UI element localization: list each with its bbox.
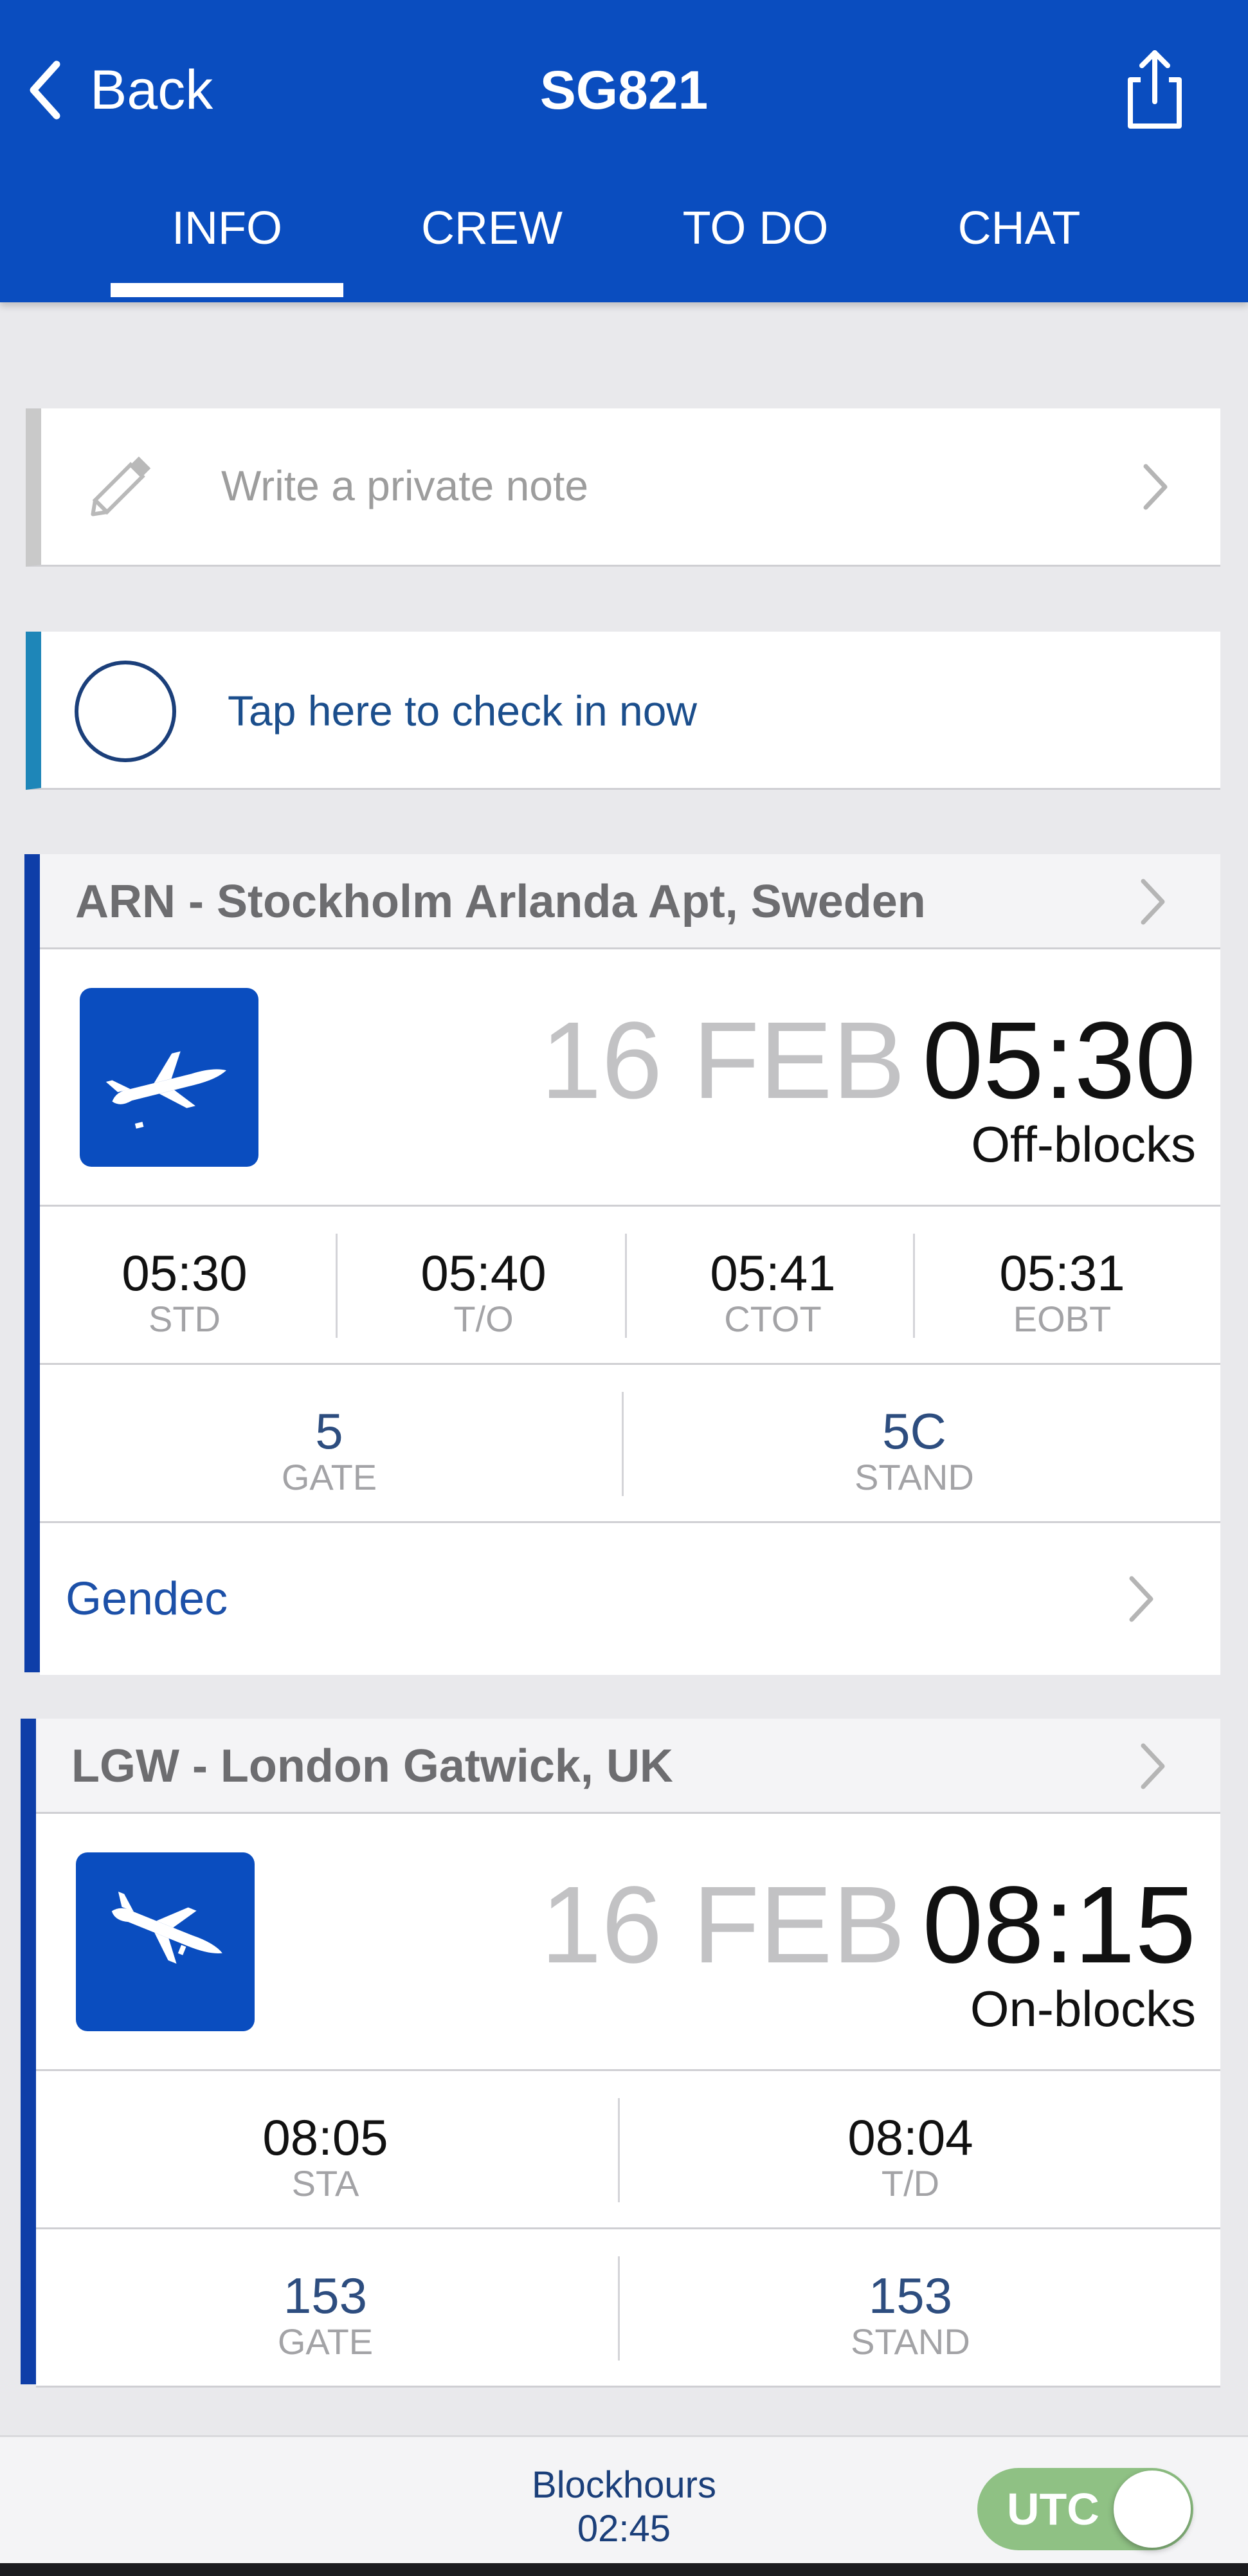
landing-icon [76, 1852, 255, 2031]
chevron-right-icon [1126, 1573, 1156, 1625]
divider [625, 1234, 627, 1338]
sta-cell: 08:05 STA [36, 2071, 615, 2227]
departure-time: 05:30 [922, 1000, 1196, 1122]
takeoff-icon [80, 988, 258, 1167]
departure-card: ARN - Stockholm Arlanda Apt, Sweden 16 F… [24, 854, 1220, 1675]
gate-value: 153 [283, 2267, 368, 2324]
off-blocks-label: Off-blocks [971, 1116, 1196, 1173]
departure-route-header[interactable]: ARN - Stockholm Arlanda Apt, Sweden [40, 854, 1220, 949]
utc-toggle-label: UTC [1007, 2484, 1099, 2534]
gate-cell: 153 GATE [36, 2229, 615, 2386]
divider [622, 1392, 624, 1496]
tab-bar: INFO CREW TO DO CHAT [0, 187, 1248, 283]
pencil-icon [80, 444, 163, 527]
gate-value: 5 [315, 1403, 343, 1459]
flight-detail-screen: Back SG821 INFO CREW TO DO CHAT Write a … [0, 0, 1248, 2576]
touchdown-label: T/D [881, 2163, 940, 2204]
arrival-main: 16 FEB 08:15 On-blocks [36, 1814, 1220, 2071]
checkin-row[interactable]: Tap here to check in now [26, 632, 1220, 790]
active-tab-indicator [111, 283, 343, 297]
takeoff-value: 05:40 [421, 1245, 547, 1301]
arrival-time: 08:15 [922, 1864, 1196, 1986]
gendec-row[interactable]: Gendec [40, 1523, 1220, 1675]
departure-date: 16 FEB [541, 1000, 905, 1122]
gate-label: GATE [277, 2321, 374, 2362]
divider [618, 2256, 620, 2361]
stand-label: STAND [851, 2321, 970, 2362]
bottom-edge [0, 2563, 1248, 2576]
stand-cell: 153 STAND [621, 2229, 1200, 2386]
std-cell: 05:30 STD [40, 1207, 329, 1363]
share-icon [1128, 50, 1182, 129]
stand-cell: 5C STAND [625, 1365, 1204, 1521]
divider [336, 1234, 338, 1338]
tab-crew[interactable]: CREW [379, 187, 604, 283]
departure-main: 16 FEB 05:30 Off-blocks [40, 949, 1220, 1207]
arrival-date: 16 FEB [541, 1864, 905, 1986]
chevron-right-icon [1138, 876, 1168, 927]
takeoff-label: T/O [453, 1299, 514, 1339]
gendec-label: Gendec [66, 1573, 228, 1625]
circle-check-icon [75, 661, 176, 762]
stand-value: 153 [868, 2267, 953, 2324]
footer-bar: Blockhours 02:45 UTC [0, 2435, 1248, 2576]
std-label: STD [149, 1299, 221, 1339]
eobt-cell: 05:31 EOBT [918, 1207, 1207, 1363]
tab-chat[interactable]: CHAT [907, 187, 1132, 283]
on-blocks-label: On-blocks [970, 1980, 1196, 2037]
arrival-route: LGW - London Gatwick, UK [71, 1740, 673, 1792]
sta-value: 08:05 [262, 2109, 388, 2166]
gate-cell: 5 GATE [40, 1365, 619, 1521]
divider [618, 2098, 620, 2202]
utc-toggle[interactable]: UTC [977, 2468, 1193, 2550]
std-value: 05:30 [122, 1245, 248, 1301]
checkin-label: Tap here to check in now [228, 687, 698, 735]
chevron-right-icon [1138, 1740, 1168, 1792]
stand-label: STAND [855, 1457, 974, 1497]
stand-value: 5C [882, 1403, 946, 1459]
chevron-right-icon [1141, 461, 1170, 513]
arrival-route-header[interactable]: LGW - London Gatwick, UK [36, 1719, 1220, 1814]
ctot-cell: 05:41 CTOT [628, 1207, 918, 1363]
app-header: Back SG821 INFO CREW TO DO CHAT [0, 0, 1248, 302]
tab-info[interactable]: INFO [111, 187, 343, 283]
ctot-value: 05:41 [710, 1245, 836, 1301]
toggle-knob [1114, 2471, 1191, 2548]
tab-todo[interactable]: TO DO [643, 187, 868, 283]
departure-times-row: 05:30 STD 05:40 T/O 05:41 CTOT 05:31 EOB… [40, 1207, 1220, 1365]
touchdown-cell: 08:04 T/D [621, 2071, 1200, 2227]
share-button[interactable] [1123, 48, 1187, 131]
takeoff-cell: 05:40 T/O [339, 1207, 628, 1363]
private-note-row[interactable]: Write a private note [26, 408, 1220, 567]
divider [913, 1234, 915, 1338]
arrival-card: LGW - London Gatwick, UK 16 FEB 08:15 On… [21, 1719, 1220, 2388]
eobt-label: EOBT [1013, 1299, 1112, 1339]
sta-label: STA [291, 2163, 359, 2204]
departure-route: ARN - Stockholm Arlanda Apt, Sweden [75, 876, 926, 927]
arrival-times-row: 08:05 STA 08:04 T/D [36, 2071, 1220, 2229]
private-note-placeholder: Write a private note [221, 462, 589, 509]
arrival-gate-row: 153 GATE 153 STAND [36, 2229, 1220, 2388]
ctot-label: CTOT [724, 1299, 822, 1339]
eobt-value: 05:31 [999, 1245, 1125, 1301]
gate-label: GATE [281, 1457, 377, 1497]
departure-gate-row: 5 GATE 5C STAND [40, 1365, 1220, 1523]
page-title: SG821 [539, 60, 709, 120]
touchdown-value: 08:04 [847, 2109, 973, 2166]
